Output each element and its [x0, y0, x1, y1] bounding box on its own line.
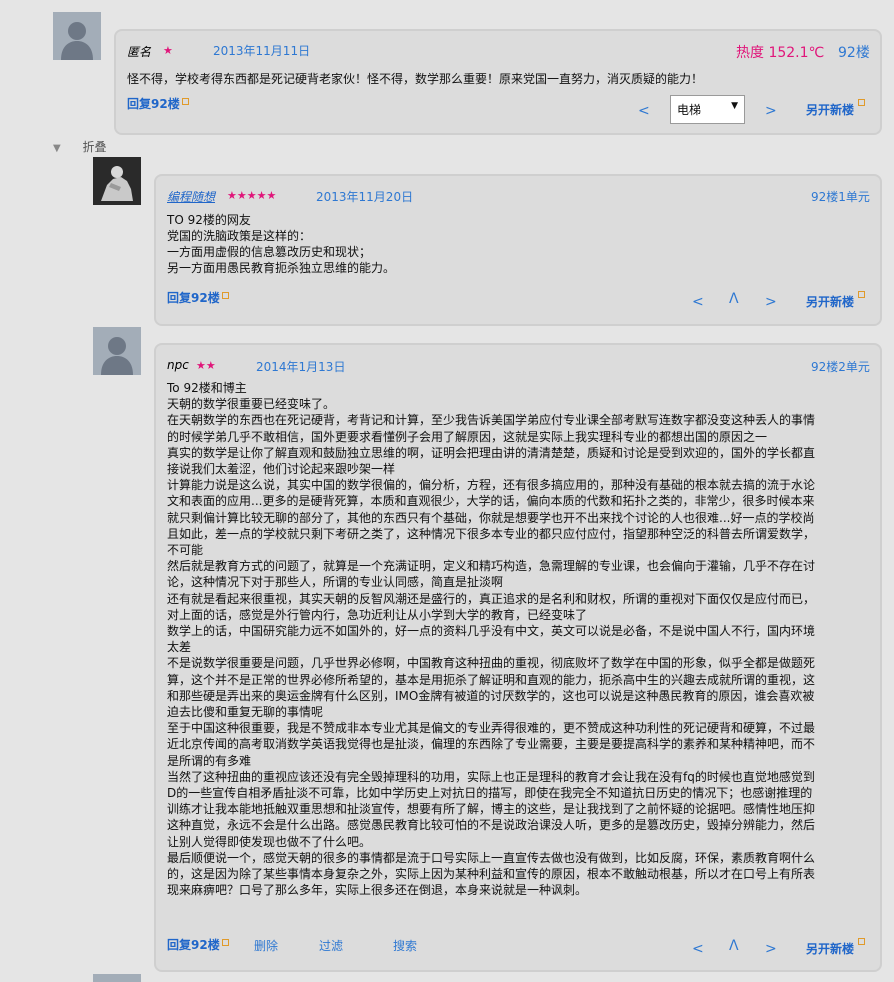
select-value: 电梯	[677, 103, 702, 117]
content-line: 的，这是因为除了某些事情本身复杂之外，实际上因为某种利益和宣传的原因，根本不敢触…	[167, 867, 816, 882]
content-line: 这种直觉，永远不会是什么出路。感觉愚民教育比较可怕的不是说政治课没人听，更多的是…	[167, 818, 816, 833]
content-line: 不是说数学很重要是问题，几乎世界必修啊，中国教育这种扭曲的重视，彻底败坏了数学在…	[167, 656, 816, 671]
prev-button[interactable]: <	[692, 294, 704, 310]
content-line: 训练才让我本能地抵触双重思想和扯淡宣传，想要有所了解，博主的这些，是让我找到了之…	[167, 802, 816, 817]
delete-button[interactable]: 删除	[254, 937, 278, 954]
fold-toggle[interactable]: ▼ 折叠	[53, 138, 107, 155]
post-92-unit-2: npc ★★ 2014年1月13日 92楼2单元 To 92楼和博主天朝的数学很…	[154, 343, 882, 972]
content-line: 天朝的数学很重要已经变味了。	[167, 397, 336, 412]
content-line: 是所谓的有多难	[167, 753, 252, 768]
elevator-select[interactable]: 电梯 ▼	[670, 95, 745, 124]
triangle-down-icon: ▼	[53, 143, 61, 154]
search-button[interactable]: 搜索	[393, 937, 417, 954]
post-author[interactable]: npc	[167, 358, 189, 372]
default-avatar-icon	[93, 327, 141, 375]
reply-label: 回复92楼	[167, 291, 220, 305]
content-line: 至于中国这种很重要，我是不赞成非本专业尤其是偏文的专业弄得很难的，更不赞成这种功…	[167, 721, 816, 736]
external-link-icon	[221, 939, 229, 946]
content-line: 论，这种情况下对于那些人，所谓的专业认同感，简直是扯淡啊	[167, 575, 504, 590]
next-button[interactable]: >	[765, 294, 777, 310]
content-line: 接说我们太羞涩，他们讨论起来跟吵架一样	[167, 462, 396, 477]
avatar[interactable]	[93, 327, 141, 375]
content-line: 计算能力说是这么说，其实中国的数学很偏的，偏分析，方程，还有很多搞应用的，那种没…	[167, 478, 816, 493]
floor-number: 92楼2单元	[811, 360, 870, 374]
content-line: D的一些宣传自相矛盾扯淡不可靠，比如中学历史上对抗日的描写，即使在我完全不知道抗…	[167, 786, 813, 801]
external-link-icon	[858, 291, 865, 298]
default-avatar-icon	[53, 12, 101, 60]
next-button[interactable]: >	[765, 941, 777, 957]
content-line: 让别人觉得即使发现也做不了什么吧。	[167, 834, 372, 849]
content-line: 真实的数学是让你了解直观和鼓励独立思维的啊，证明会把理由讲的清清楚楚，质疑和讨论…	[167, 445, 816, 460]
content-line: 在天朝数学的东西也在死记硬背，考背记和计算，至少我告诉美国学弟应付专业课全部考默…	[167, 413, 816, 428]
content-line: 的时候学弟几乎不敢相信，国外更要求看懂例子会用了解原因，这就是实际上我实理科专业…	[167, 429, 768, 444]
post-date: 2013年11月20日	[316, 190, 414, 204]
reply-label: 回复92楼	[127, 97, 180, 111]
reply-button[interactable]: 回复92楼	[127, 95, 189, 112]
content-line: 算，这个并不是正常的世界必修所希望的，基本是用扼杀了解证明和直观的能力，扼杀高中…	[167, 672, 816, 687]
filter-button[interactable]: 过滤	[319, 937, 343, 954]
post-author[interactable]: 编程随想	[167, 188, 215, 205]
new-floor-button[interactable]: 另开新楼	[806, 293, 854, 310]
content-line: 一方面用虚假的信息篡改历史和现状；	[167, 245, 372, 259]
floor-number: 92楼	[838, 45, 870, 61]
prev-button[interactable]: <	[692, 941, 704, 957]
up-button[interactable]: Λ	[729, 291, 739, 307]
thinker-avatar-icon	[93, 157, 141, 205]
post-date: 2014年1月13日	[256, 360, 346, 374]
post-author[interactable]: 匿名	[127, 43, 151, 60]
content-line: 当然了这种扭曲的重视应该还没有完全毁掉理科的功用，实际上也正是理科的教育才会让我…	[167, 769, 815, 784]
content-line: TO 92楼的网友	[167, 213, 251, 227]
content-line: 数学上的话，中国研究能力远不如国外的，好一点的资料几乎没有中文，英文可以说是必备…	[167, 624, 816, 639]
content-line: 就只剩偏计算比较无聊的部分了，其他的东西只有个基础，你就是想要学也开不出来找个讨…	[167, 510, 815, 525]
prev-button[interactable]: <	[638, 103, 650, 119]
external-link-icon	[221, 292, 229, 299]
external-link-icon	[858, 938, 865, 945]
reply-button[interactable]: 回复92楼	[167, 289, 229, 306]
chevron-down-icon: ▼	[731, 101, 738, 111]
avatar[interactable]	[53, 12, 101, 60]
new-floor-button[interactable]: 另开新楼	[806, 101, 854, 118]
rating-stars: ★★★★★	[227, 189, 277, 202]
content-line: 党国的洗脑政策是这样的：	[167, 229, 312, 243]
content-line: 另一方面用愚民教育扼杀独立思维的能力。	[167, 261, 396, 275]
post-content: 怪不得，学校考得东西都是死记硬背老家伙！怪不得，数学那么重要！原来党国一直努力，…	[127, 72, 704, 86]
fold-label: 折叠	[82, 140, 107, 154]
content-line: 太差	[167, 640, 192, 655]
floor-number: 92楼1单元	[811, 190, 870, 204]
post-92-unit-1: 编程随想 ★★★★★ 2013年11月20日 92楼1单元 TO 92楼的网友 …	[154, 174, 882, 326]
post-date: 2013年11月11日	[213, 44, 311, 58]
content-line: 然后就是教育方式的问题了，就算是一个充满证明，定义和精巧构造，急需理解的专业课，…	[167, 559, 816, 574]
content-line: 和那些硬是弄出来的奥运金牌有什么区别，IMO金牌有被道的讨厌数学的，这也可以说是…	[167, 688, 815, 703]
new-floor-button[interactable]: 另开新楼	[806, 940, 854, 957]
avatar[interactable]	[93, 974, 141, 982]
content-line: 对上面的话，感觉是外行管内行，急功近利让从小学到大学的教育，已经变味了	[167, 607, 588, 622]
post-92: 匿名 ★ 2013年11月11日 热度 152.1℃ 92楼 怪不得，学校考得东…	[114, 29, 882, 135]
next-button[interactable]: >	[765, 103, 777, 119]
content-line: 近北京传闻的高考取消数学英语我觉得也是扯淡，偏理的东西除了专业需要，主要是要提高…	[167, 737, 816, 752]
heat-indicator: 热度 152.1℃	[736, 45, 825, 61]
content-line: 现来麻痹吧？口号了那么多年，实际上很多还在倒退，本身来说就是一种讽刺。	[167, 883, 588, 898]
rating-stars: ★★	[196, 359, 216, 372]
content-line: To 92楼和博主	[167, 381, 247, 395]
content-line: 迫去比傻和重复无聊的事情呢	[167, 705, 324, 720]
content-line: 文和表面的应用...更多的是硬背死算，本质和直观很少，大学的话，偏向本质的代数和…	[167, 494, 815, 509]
external-link-icon	[858, 99, 865, 106]
content-line: 最后顺便说一个，感觉天朝的很多的事情都是流于口号实际上一直宣传去做也没有做到，比…	[167, 850, 816, 865]
content-line: 还有就是看起来很重视，其实天朝的反智风潮还是盛行的，真正追求的是名利和财权，所谓…	[167, 591, 816, 606]
external-link-icon	[181, 98, 189, 105]
rating-stars: ★	[163, 44, 173, 57]
content-line: 不可能	[167, 543, 204, 558]
reply-button[interactable]: 回复92楼	[167, 936, 229, 953]
post-content: To 92楼和博主天朝的数学很重要已经变味了。 在天朝数学的东西也在死记硬背，考背…	[167, 380, 815, 899]
post-content: TO 92楼的网友 党国的洗脑政策是这样的： 一方面用虚假的信息篡改历史和现状；…	[167, 212, 395, 276]
content-line: 且如此，差一点的学校就只剩下考研之类了，这种情况下很多本专业的都只应付应付，指望…	[167, 526, 816, 541]
reply-label: 回复92楼	[167, 938, 220, 952]
avatar[interactable]	[93, 157, 141, 205]
up-button[interactable]: Λ	[729, 938, 739, 954]
